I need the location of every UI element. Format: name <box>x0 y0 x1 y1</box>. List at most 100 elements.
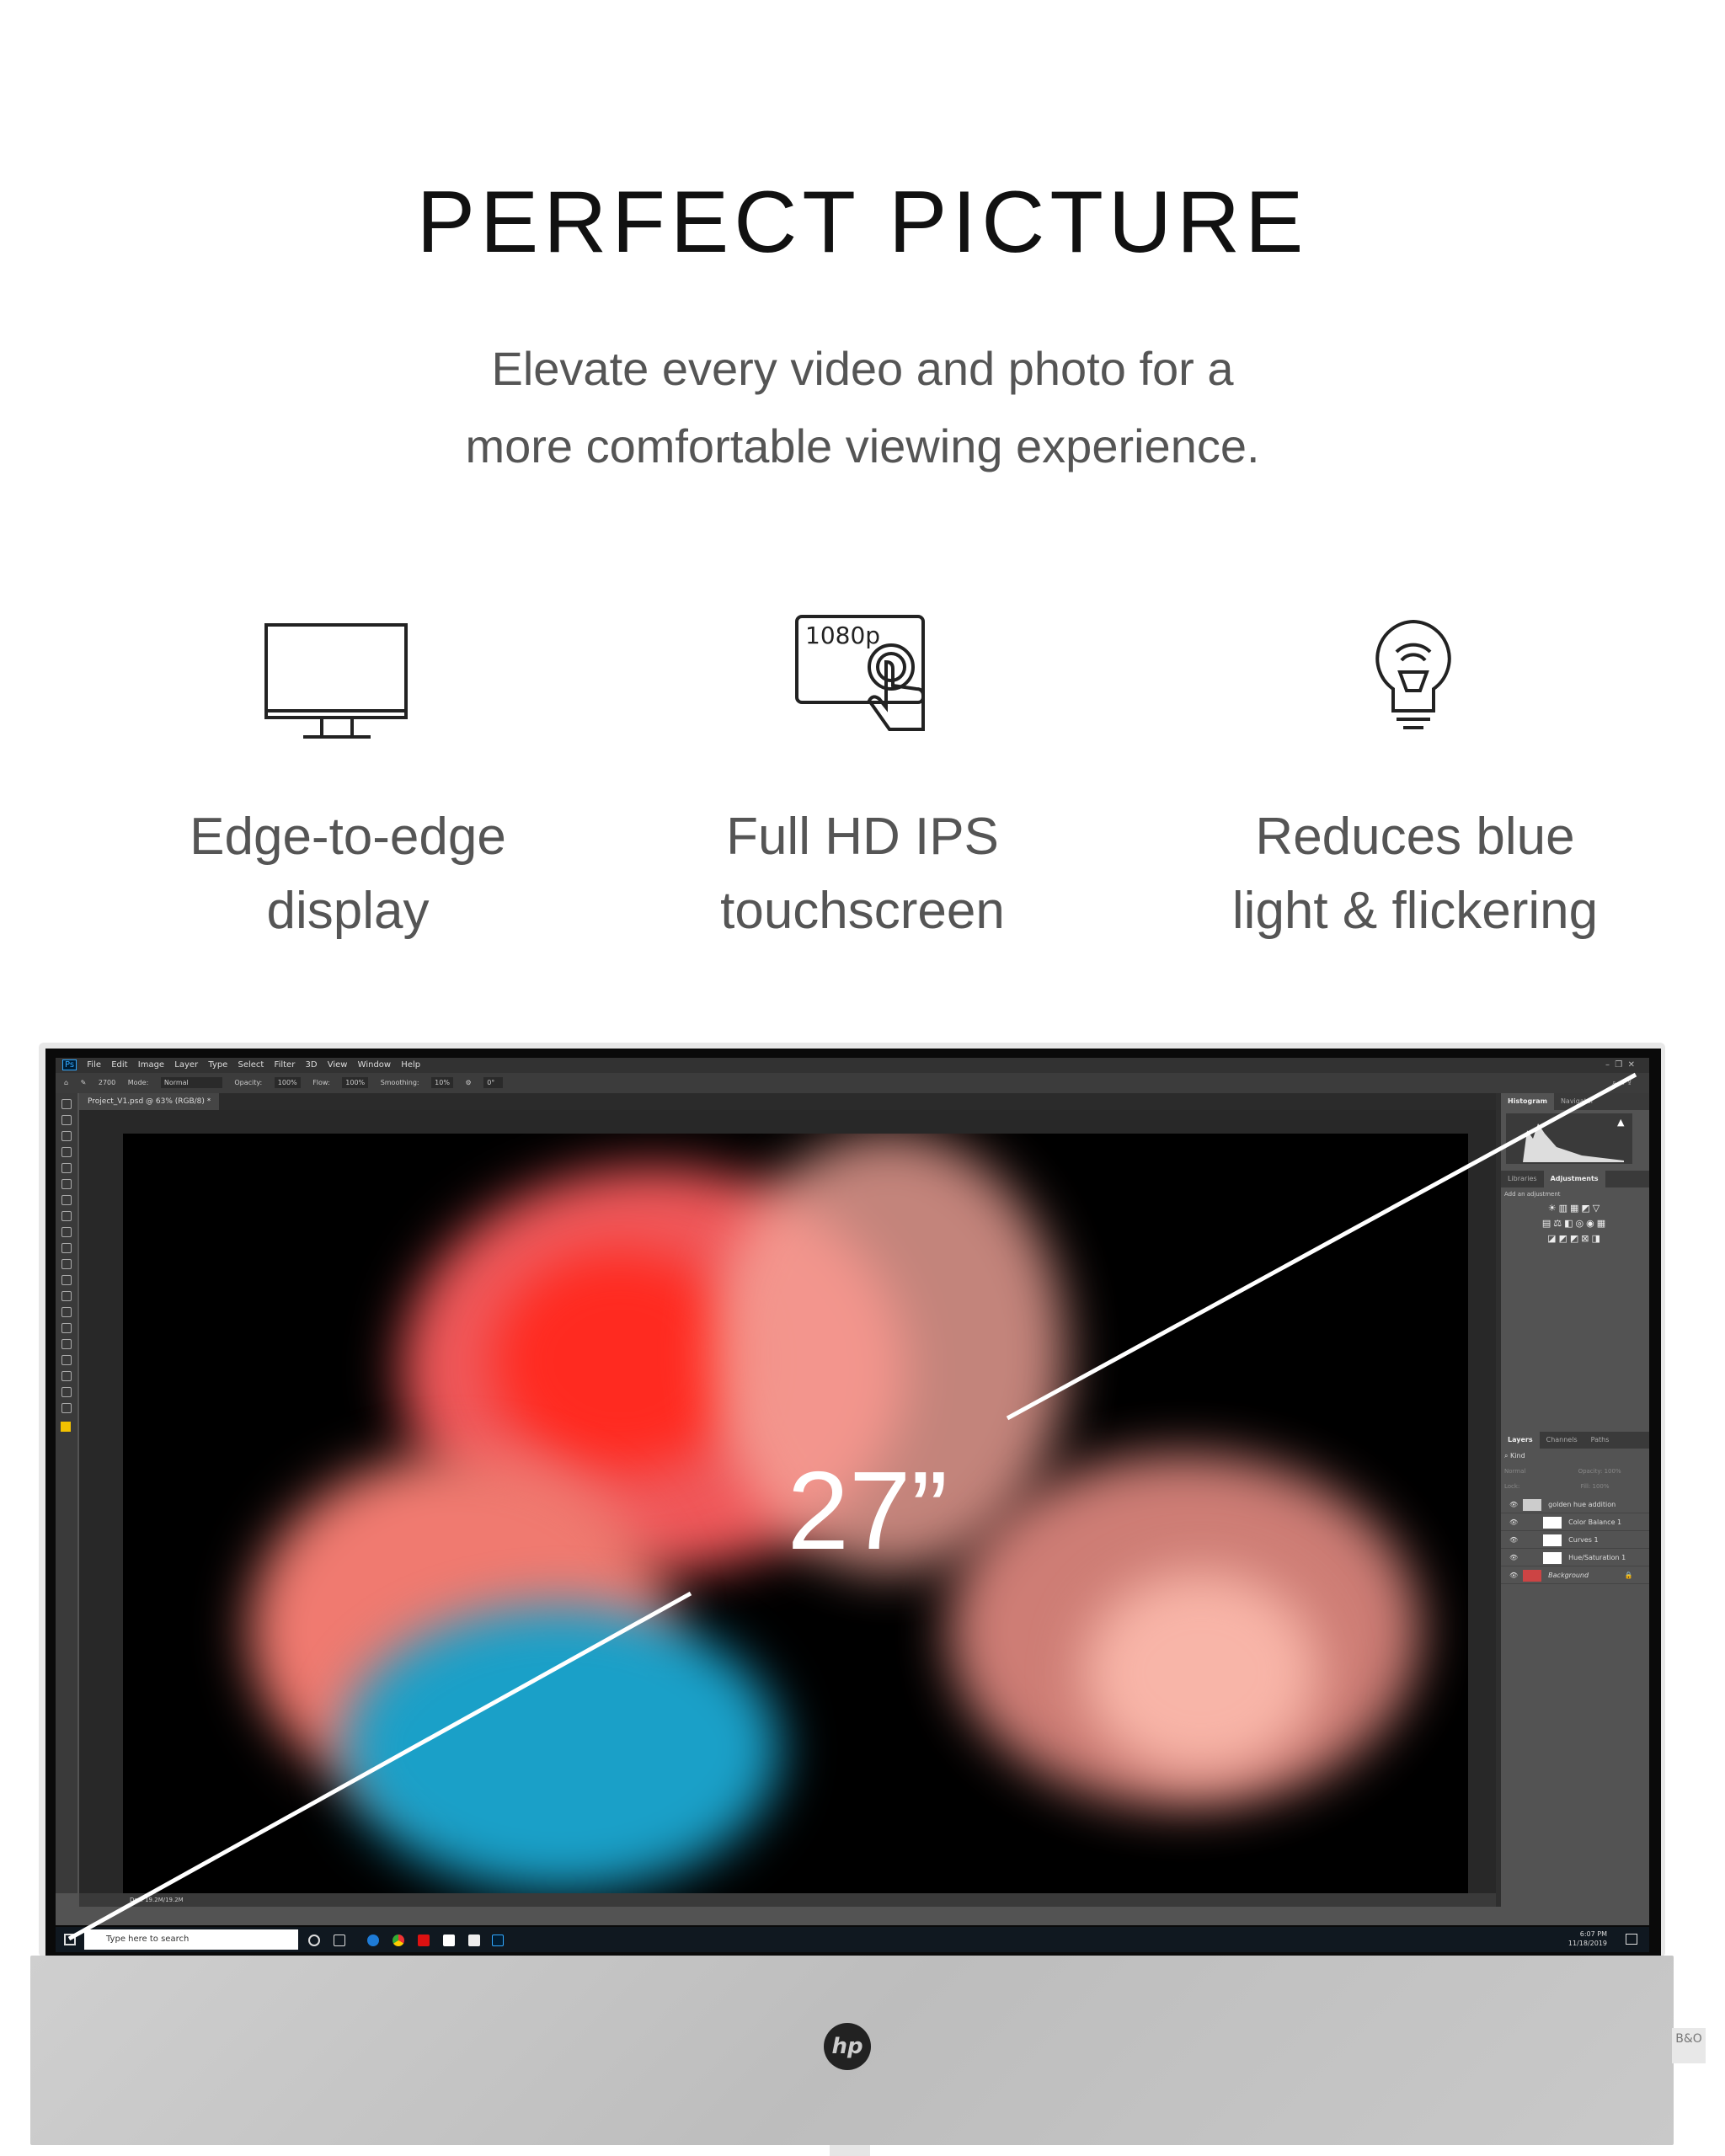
smoothing-label: Smoothing: <box>380 1079 419 1086</box>
store-icon[interactable] <box>443 1935 455 1946</box>
layer-mask <box>1543 1551 1562 1564</box>
cortana-icon[interactable] <box>308 1935 320 1946</box>
clock-time: 6:07 PM <box>1579 1930 1607 1938</box>
marquee-tool-icon[interactable] <box>61 1115 72 1125</box>
blur-tool-icon[interactable] <box>61 1291 72 1301</box>
foreground-color-swatch[interactable] <box>61 1422 71 1432</box>
edge-icon[interactable] <box>367 1935 379 1946</box>
dodge-tool-icon[interactable] <box>61 1307 72 1317</box>
menu-select[interactable]: Select <box>238 1060 264 1070</box>
brush-tool-icon[interactable] <box>61 1211 72 1221</box>
taskbar-search-input[interactable]: Type here to search <box>84 1929 298 1950</box>
document-tab[interactable]: Project_V1.psd @ 63% (RGB/8) * <box>79 1093 220 1110</box>
smoothing-input[interactable]: 10% <box>431 1077 453 1088</box>
bang-olufsen-badge: B&O <box>1672 2028 1706 2063</box>
menu-image[interactable]: Image <box>138 1060 164 1070</box>
lasso-tool-icon[interactable] <box>61 1131 72 1141</box>
tab-layers[interactable]: Layers <box>1501 1432 1540 1449</box>
kind-select[interactable]: Kind <box>1510 1452 1525 1460</box>
menu-bar: Ps File Edit Image Layer Type Select Fil… <box>56 1058 1649 1073</box>
adjustment-icons[interactable]: ☀▥▦◩▽ ▤⚖◧◎◉▦ ◪◩◩⊠◨ <box>1501 1201 1649 1246</box>
angle-input[interactable]: 0° <box>483 1077 504 1088</box>
lock-label: Lock: <box>1504 1483 1520 1490</box>
acrobat-icon[interactable] <box>418 1935 430 1946</box>
chrome-icon[interactable] <box>393 1935 404 1946</box>
task-view-icon[interactable] <box>334 1935 345 1946</box>
eyedropper-tool-icon[interactable] <box>61 1179 72 1189</box>
move-tool-icon[interactable] <box>61 1099 72 1109</box>
fill-value[interactable]: 100% <box>1593 1483 1610 1490</box>
lock-row: Lock: Fill: 100% <box>1501 1481 1649 1496</box>
menu-view[interactable]: View <box>328 1060 348 1070</box>
clock-date: 11/18/2019 <box>1567 1940 1607 1947</box>
crop-tool-icon[interactable] <box>61 1163 72 1173</box>
histogram-graph: ▲ <box>1506 1113 1632 1164</box>
menu-window[interactable]: Window <box>358 1060 391 1070</box>
system-tray-clock[interactable]: 6:07 PM 11/18/2019 <box>1568 1929 1607 1948</box>
path-tool-icon[interactable] <box>61 1355 72 1365</box>
tab-channels[interactable]: Channels <box>1540 1432 1584 1449</box>
photoshop-taskbar-icon[interactable] <box>492 1935 504 1946</box>
hand-tool-icon[interactable] <box>61 1387 72 1397</box>
layer-thumbnail <box>1523 1569 1542 1582</box>
menu-help[interactable]: Help <box>401 1060 420 1070</box>
tab-navigator[interactable]: Navigator <box>1554 1093 1600 1110</box>
subtitle-line-1: Elevate every video and photo for a <box>491 342 1234 395</box>
search-icon[interactable]: ⌕ ▭ ⇪ <box>1612 1073 1632 1093</box>
menu-filter[interactable]: Filter <box>275 1060 296 1070</box>
tab-paths[interactable]: Paths <box>1584 1432 1616 1449</box>
mail-icon[interactable] <box>468 1935 480 1946</box>
window-controls[interactable]: – ❐ ✕ <box>1605 1058 1635 1073</box>
mode-select[interactable]: Normal <box>160 1077 222 1088</box>
add-adjustment-label: Add an adjustment <box>1504 1191 1561 1198</box>
menu-edit[interactable]: Edit <box>111 1060 127 1070</box>
history-tool-icon[interactable] <box>61 1243 72 1253</box>
stamp-tool-icon[interactable] <box>61 1227 72 1237</box>
opacity-input[interactable]: 100% <box>274 1077 301 1088</box>
feature-line: Full HD IPS <box>726 808 999 866</box>
layer-row[interactable]: 👁 Curves 1 <box>1501 1531 1649 1549</box>
blend-row: Normal Opacity: 100% <box>1501 1465 1649 1481</box>
menu-type[interactable]: Type <box>208 1060 227 1070</box>
shape-tool-icon[interactable] <box>61 1371 72 1381</box>
pen-tool-icon[interactable] <box>61 1323 72 1333</box>
menu-3d[interactable]: 3D <box>306 1060 318 1070</box>
notification-icon[interactable] <box>1626 1934 1637 1945</box>
menu-layer[interactable]: Layer <box>174 1060 198 1070</box>
layer-row[interactable]: 👁 Hue/Saturation 1 <box>1501 1549 1649 1566</box>
feature-line: Edge-to-edge <box>190 808 506 866</box>
lock-icon: 🔒 <box>1624 1572 1633 1579</box>
layer-row[interactable]: 👁 Color Balance 1 <box>1501 1513 1649 1531</box>
icon-1080p-text: 1080p <box>805 622 880 649</box>
gear-icon[interactable]: ⚙ <box>466 1079 472 1086</box>
status-bar: Doc: 19.2M/19.2M <box>79 1893 1503 1907</box>
histogram-tabs: Histogram Navigator <box>1501 1093 1649 1110</box>
tab-libraries[interactable]: Libraries <box>1501 1171 1544 1187</box>
tab-adjustments[interactable]: Adjustments <box>1543 1171 1605 1187</box>
layer-opacity[interactable]: 100% <box>1605 1468 1621 1475</box>
brush-size[interactable]: 2700 <box>99 1079 115 1086</box>
layer-name: Color Balance 1 <box>1568 1518 1622 1526</box>
tab-histogram[interactable]: Histogram <box>1501 1093 1554 1110</box>
wand-tool-icon[interactable] <box>61 1147 72 1157</box>
layer-name: golden hue addition <box>1548 1501 1616 1508</box>
type-tool-icon[interactable] <box>61 1339 72 1349</box>
blend-mode[interactable]: Normal <box>1504 1468 1525 1475</box>
tools-panel <box>56 1093 77 1893</box>
layer-row[interactable]: 👁 golden hue addition <box>1501 1496 1649 1513</box>
zoom-tool-icon[interactable] <box>61 1403 72 1413</box>
flow-label: Flow: <box>312 1079 330 1086</box>
menu-file[interactable]: File <box>87 1060 101 1070</box>
layer-filter[interactable]: ⌕ Kind <box>1501 1449 1649 1465</box>
lightbulb-icon <box>1375 619 1451 729</box>
eraser-tool-icon[interactable] <box>61 1259 72 1269</box>
heal-tool-icon[interactable] <box>61 1195 72 1205</box>
home-icon[interactable]: ⌂ <box>64 1079 68 1086</box>
layer-row[interactable]: 👁 Background 🔒 <box>1501 1566 1649 1584</box>
brush-icon[interactable]: ✎ <box>81 1079 87 1086</box>
gradient-tool-icon[interactable] <box>61 1275 72 1285</box>
feature-full-hd: Full HD IPS touchscreen <box>627 800 1098 948</box>
flow-input[interactable]: 100% <box>342 1077 369 1088</box>
feature-line: touchscreen <box>720 882 1005 940</box>
start-button-icon[interactable] <box>64 1934 76 1945</box>
